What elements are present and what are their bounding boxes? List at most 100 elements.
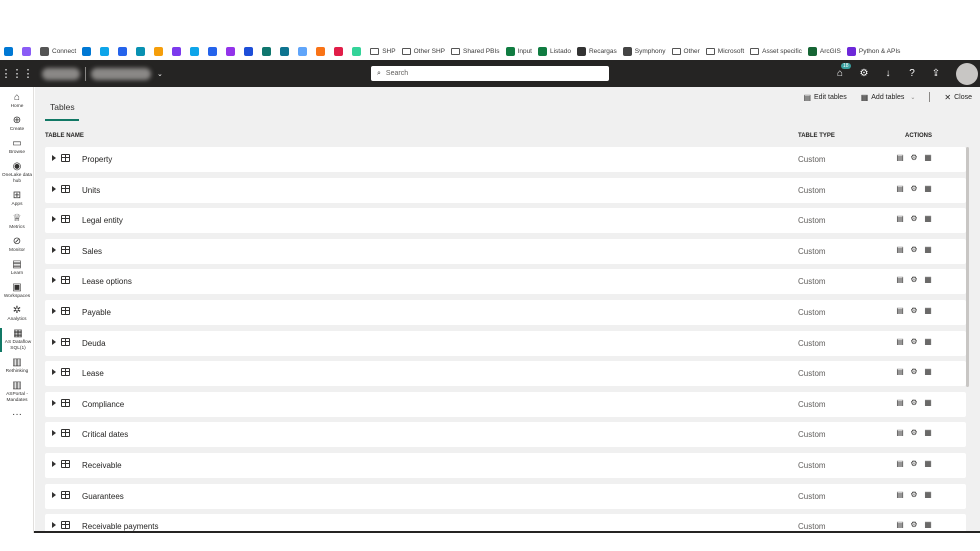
settings-icon[interactable]: ⚙ — [909, 490, 919, 500]
nav-item[interactable]: ⊘ Monitor — [0, 236, 34, 254]
bookmark-item[interactable] — [298, 46, 310, 56]
nav-item[interactable]: ▣ Workspaces — [0, 282, 34, 300]
nav-item[interactable]: ⌂ Home — [0, 92, 34, 110]
bookmark-item[interactable]: Python & APIs — [846, 46, 900, 56]
nav-item[interactable]: ▭ Browse — [0, 138, 34, 156]
expand-caret-icon[interactable] — [52, 399, 56, 406]
settings-icon[interactable]: ⚙ — [909, 184, 919, 194]
download-icon[interactable]: ↓ — [876, 68, 900, 79]
edit-icon[interactable]: ▤ — [895, 214, 905, 224]
bookmark-item[interactable] — [4, 46, 16, 56]
settings-icon[interactable]: ⚙ — [909, 398, 919, 408]
bookmark-item[interactable]: Listado — [538, 46, 571, 56]
preview-icon[interactable]: ▦ — [923, 184, 933, 194]
bookmark-item[interactable]: ArcGIS — [807, 46, 841, 56]
bookmark-item[interactable]: Input — [505, 46, 532, 56]
table-row[interactable]: Property Custom ▤ ⚙ ▦ — [45, 147, 966, 172]
tab-tables[interactable]: Tables — [45, 102, 79, 121]
table-row[interactable]: Lease options Custom ▤ ⚙ ▦ — [45, 269, 966, 295]
settings-icon[interactable]: ⚙ — [909, 306, 919, 316]
bookmark-item[interactable] — [118, 46, 130, 56]
bookmark-item[interactable]: SHP — [370, 47, 396, 55]
preview-icon[interactable]: ▦ — [923, 367, 933, 377]
workspace-name-redacted[interactable] — [42, 67, 80, 80]
table-row[interactable]: Lease Custom ▤ ⚙ ▦ — [45, 361, 966, 387]
edit-icon[interactable]: ▤ — [895, 306, 905, 316]
help-icon[interactable]: ? — [900, 68, 924, 79]
add-tables-button[interactable]: ▦ Add tables — [861, 93, 905, 102]
expand-caret-icon[interactable] — [52, 155, 56, 161]
table-row[interactable]: Sales Custom ▤ ⚙ ▦ — [45, 238, 966, 264]
share-icon[interactable]: ⇪ — [924, 68, 948, 79]
settings-icon[interactable]: ⚙ — [909, 337, 919, 347]
nav-item[interactable]: ♕ Metrics — [0, 213, 34, 231]
table-row[interactable]: Compliance Custom ▤ ⚙ ▦ — [45, 391, 966, 417]
bookmark-item[interactable]: Microsoft — [705, 47, 744, 55]
table-row[interactable]: Receivable Custom ▤ ⚙ ▦ — [45, 452, 966, 478]
bookmark-item[interactable] — [316, 46, 328, 56]
edit-icon[interactable]: ▤ — [895, 459, 905, 469]
notifications-icon[interactable]: ⌂ 18 — [828, 63, 852, 79]
settings-icon[interactable]: ⚙ — [909, 153, 919, 163]
nav-item[interactable]: ▥ Rethinking — [0, 357, 34, 375]
preview-icon[interactable]: ▦ — [923, 245, 933, 255]
expand-caret-icon[interactable] — [52, 430, 56, 437]
nav-item[interactable]: ⊕ Create — [0, 115, 34, 133]
bookmark-item[interactable]: Asset specific — [750, 47, 802, 55]
table-row[interactable]: Guarantees Custom ▤ ⚙ ▦ — [45, 483, 966, 509]
bookmark-item[interactable] — [280, 46, 292, 56]
edit-icon[interactable]: ▤ — [895, 490, 905, 500]
expand-caret-icon[interactable] — [52, 338, 56, 345]
settings-icon[interactable]: ⚙ — [909, 520, 919, 530]
bookmark-item[interactable] — [190, 46, 202, 56]
bookmark-item[interactable]: Other — [671, 47, 700, 55]
nav-item[interactable]: ▦ AS Dataflow SQL(1) — [0, 328, 34, 352]
bookmark-item[interactable] — [22, 46, 34, 56]
preview-icon[interactable]: ▦ — [923, 214, 933, 224]
expand-caret-icon[interactable] — [52, 460, 56, 467]
table-row[interactable]: Deuda Custom ▤ ⚙ ▦ — [45, 330, 966, 356]
edit-icon[interactable]: ▤ — [895, 520, 905, 530]
edit-icon[interactable]: ▤ — [895, 337, 905, 347]
settings-icon[interactable]: ⚙ — [909, 459, 919, 469]
expand-caret-icon[interactable] — [52, 185, 56, 192]
bookmark-item[interactable] — [334, 46, 346, 56]
bookmark-item[interactable] — [100, 46, 112, 56]
bookmark-item[interactable]: Other SHP — [401, 47, 445, 55]
edit-icon[interactable]: ▤ — [895, 153, 905, 163]
preview-icon[interactable]: ▦ — [923, 459, 933, 469]
settings-icon[interactable]: ⚙ — [909, 275, 919, 285]
preview-icon[interactable]: ▦ — [923, 520, 933, 530]
edit-icon[interactable]: ▤ — [895, 398, 905, 408]
settings-icon[interactable]: ⚙ — [909, 428, 919, 438]
table-row[interactable]: Units Custom ▤ ⚙ ▦ — [45, 177, 966, 203]
preview-icon[interactable]: ▦ — [923, 275, 933, 285]
bookmark-item[interactable]: Connect — [40, 46, 76, 56]
settings-icon[interactable]: ⚙ — [909, 245, 919, 255]
expand-caret-icon[interactable] — [52, 369, 56, 376]
nav-item[interactable]: ⊞ Apps — [0, 190, 34, 208]
preview-icon[interactable]: ▦ — [923, 490, 933, 500]
edit-icon[interactable]: ▤ — [895, 275, 905, 285]
search-input[interactable]: ⌕ Search — [371, 66, 609, 81]
bookmark-item[interactable] — [172, 46, 184, 56]
chevron-down-icon[interactable]: ⌄ — [910, 94, 915, 101]
expand-caret-icon[interactable] — [52, 246, 56, 253]
edit-tables-button[interactable]: ▤ Edit tables — [803, 93, 846, 102]
settings-icon[interactable]: ⚙ — [852, 68, 876, 79]
nav-item[interactable]: ▤ Learn — [0, 259, 34, 277]
bookmark-item[interactable] — [244, 46, 256, 56]
bookmark-item[interactable] — [82, 46, 94, 56]
chevron-down-icon[interactable]: ⌄ — [157, 70, 163, 78]
bookmark-item[interactable] — [226, 46, 238, 56]
table-row[interactable]: Payable Custom ▤ ⚙ ▦ — [45, 299, 966, 325]
expand-caret-icon[interactable] — [52, 491, 56, 498]
edit-icon[interactable]: ▤ — [895, 367, 905, 377]
expand-caret-icon[interactable] — [52, 216, 56, 223]
nav-item[interactable]: ▥ ASPortal - Mandates — [0, 380, 34, 404]
expand-caret-icon[interactable] — [52, 307, 56, 314]
item-name-redacted[interactable] — [91, 67, 151, 80]
bookmark-item[interactable] — [136, 46, 148, 56]
bookmark-item[interactable] — [352, 46, 364, 56]
edit-icon[interactable]: ▤ — [895, 245, 905, 255]
